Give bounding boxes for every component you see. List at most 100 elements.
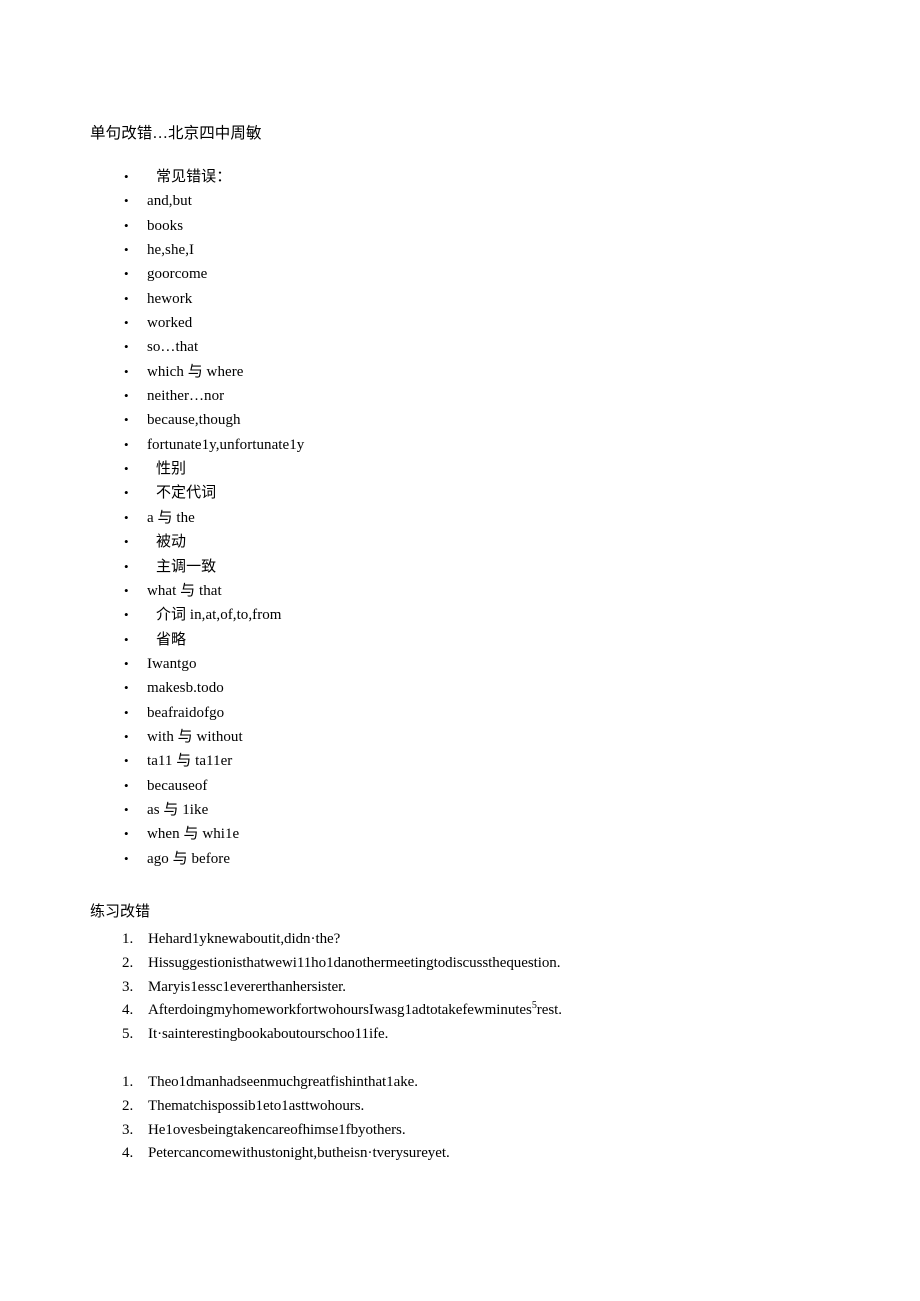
exercise-list-one: 1. Hehard1yknewaboutit,didn·the? 2. Hissugg…: [0, 928, 920, 1047]
list-item-label: because,though: [147, 412, 241, 429]
list-item-label: 不定代词: [156, 485, 217, 502]
bullet-icon: •: [124, 582, 129, 598]
list-item: • becauseof: [0, 774, 920, 798]
list-item-label: neither…nor: [147, 388, 225, 405]
bullet-icon: •: [124, 704, 129, 720]
list-item: • 被动: [0, 530, 920, 554]
list-item-label: 介词 in,at,of,to,from: [156, 607, 282, 624]
bullet-icon: •: [124, 315, 129, 331]
list-item: • 常见错误：: [0, 165, 920, 189]
list-number: 4.: [122, 1145, 134, 1162]
bullet-icon: •: [124, 193, 129, 209]
list-item-label: 被动: [156, 534, 187, 551]
list-item: • hework: [0, 287, 920, 311]
list-item-label: and,but: [147, 193, 192, 210]
list-number: 5.: [122, 1026, 134, 1043]
list-number: 2.: [122, 1097, 134, 1114]
list-item-label: worked: [147, 315, 193, 332]
bullet-icon: •: [124, 680, 129, 696]
bullet-icon: •: [124, 412, 129, 428]
list-item: • 省略: [0, 628, 920, 652]
list-item-label: ago 与 before: [147, 850, 231, 867]
list-number: 1.: [122, 1074, 134, 1090]
list-item: • when 与 whi1e: [0, 822, 920, 846]
bullet-icon: •: [124, 801, 129, 817]
list-item-label: so…that: [147, 339, 199, 356]
list-item-label: 性别: [156, 461, 187, 478]
bullet-icon: •: [124, 850, 129, 866]
list-number: 2.: [122, 954, 134, 971]
numbered-list-item: 2. Hissuggestionisthatwewi11ho1danotherme…: [0, 952, 920, 976]
list-number: 4.: [122, 1002, 134, 1019]
list-item: • books: [0, 214, 920, 238]
numbered-list-item: 3. He1ovesbeingtakencareofhimse1fbyothers…: [0, 1119, 920, 1143]
bullet-icon: •: [124, 728, 129, 744]
list-item: • so…that: [0, 335, 920, 359]
sentence-text: He1ovesbeingtakencareofhimse1fbyothers.: [148, 1121, 406, 1138]
bullet-icon: •: [124, 388, 129, 404]
numbered-list-item: 5. It·sainterestingbookaboutourschoo11ife…: [0, 1023, 920, 1047]
bullet-icon: •: [124, 436, 129, 452]
bullet-icon: •: [124, 534, 129, 550]
sentence-text: Thematchispossib1eto1asttwohours.: [148, 1097, 365, 1114]
list-item: • ago 与 before: [0, 847, 920, 871]
list-item-label: Iwantgo: [147, 655, 197, 672]
bullet-icon: •: [124, 753, 129, 769]
list-item: • 介词 in,at,of,to,from: [0, 603, 920, 627]
list-number: 3.: [122, 978, 134, 995]
list-item-label: which 与 where: [147, 363, 244, 380]
list-number: 1.: [122, 931, 134, 947]
sentence-text: Hissuggestionisthatwewi11ho1danothermeet…: [148, 954, 561, 971]
list-item: • with 与 without: [0, 725, 920, 749]
list-item: • goorcome: [0, 262, 920, 286]
list-item-label: a 与 the: [147, 509, 195, 526]
list-item: • beafraidofgo: [0, 701, 920, 725]
common-errors-bullet-list: • 常见错误： • and,but • books • he,she,I • goorcome • h…: [0, 165, 920, 871]
numbered-list-item: 2. Thematchispossib1eto1asttwohours.: [0, 1095, 920, 1119]
numbered-list-item: 4. Petercancomewithustonight,butheisn·tve…: [0, 1142, 920, 1166]
sentence-text-part: AfterdoingmyhomeworkfortwohoursIwasg1adt…: [148, 1002, 532, 1019]
bullet-icon: •: [124, 485, 129, 501]
list-item-label: makesb.todo: [147, 680, 224, 697]
list-item-label: ta11 与 ta11er: [147, 753, 233, 770]
numbered-list-item: 4. AfterdoingmyhomeworkfortwohoursIwasg1a…: [0, 999, 920, 1023]
numbered-list-item: 3. Maryis1essc1evererthanhersister.: [0, 976, 920, 1000]
bullet-icon: •: [124, 461, 129, 477]
sentence-text: Hehard1yknewaboutit,didn·the?: [148, 931, 341, 947]
list-item-label: 常见错误：: [156, 169, 232, 185]
numbered-list-item: 1. Theo1dmanhadseenmuchgreatfishinthat1ak…: [0, 1071, 920, 1095]
list-item: • 性别: [0, 457, 920, 481]
sentence-text: AfterdoingmyhomeworkfortwohoursIwasg1adt…: [148, 999, 562, 1023]
bullet-icon: •: [124, 266, 129, 282]
bullet-icon: •: [124, 242, 129, 258]
sentence-text: Maryis1essc1evererthanhersister.: [148, 978, 346, 995]
list-item: • 不定代词: [0, 481, 920, 505]
list-item-label: goorcome: [147, 266, 208, 283]
list-item: • Iwantgo: [0, 652, 920, 676]
list-item-label: as 与 1ike: [147, 801, 209, 818]
list-item-label: becauseof: [147, 777, 208, 794]
bullet-icon: •: [124, 607, 129, 623]
bullet-icon: •: [124, 509, 129, 525]
list-item-label: what 与 that: [147, 582, 222, 599]
list-item-label: 主调一致: [156, 558, 217, 575]
list-item: • which 与 where: [0, 360, 920, 384]
bullet-icon: •: [124, 777, 129, 793]
sentence-text: Theo1dmanhadseenmuchgreatfishinthat1ake.: [148, 1074, 418, 1090]
list-item: • fortunate1y,unfortunate1y: [0, 433, 920, 457]
list-item-label: 省略: [156, 631, 187, 648]
bullet-icon: •: [124, 826, 129, 842]
list-item: • 主调一致: [0, 555, 920, 579]
list-item-label: when 与 whi1e: [147, 826, 240, 843]
sentence-text: Petercancomewithustonight,butheisn·tvery…: [148, 1145, 450, 1162]
exercise-list-two: 1. Theo1dmanhadseenmuchgreatfishinthat1ak…: [0, 1071, 920, 1166]
bullet-icon: •: [124, 655, 129, 671]
section-heading-practice: 练习改错: [90, 904, 151, 920]
list-item-label: hework: [147, 290, 193, 307]
list-item: • and,but: [0, 189, 920, 213]
document-page: 单句改错…北京四中周敏 • 常见错误： • and,but • books • he,she,…: [0, 0, 920, 1301]
list-item: • neither…nor: [0, 384, 920, 408]
list-item: • as 与 1ike: [0, 798, 920, 822]
list-item-label: with 与 without: [147, 728, 243, 745]
bullet-icon: •: [124, 169, 129, 184]
